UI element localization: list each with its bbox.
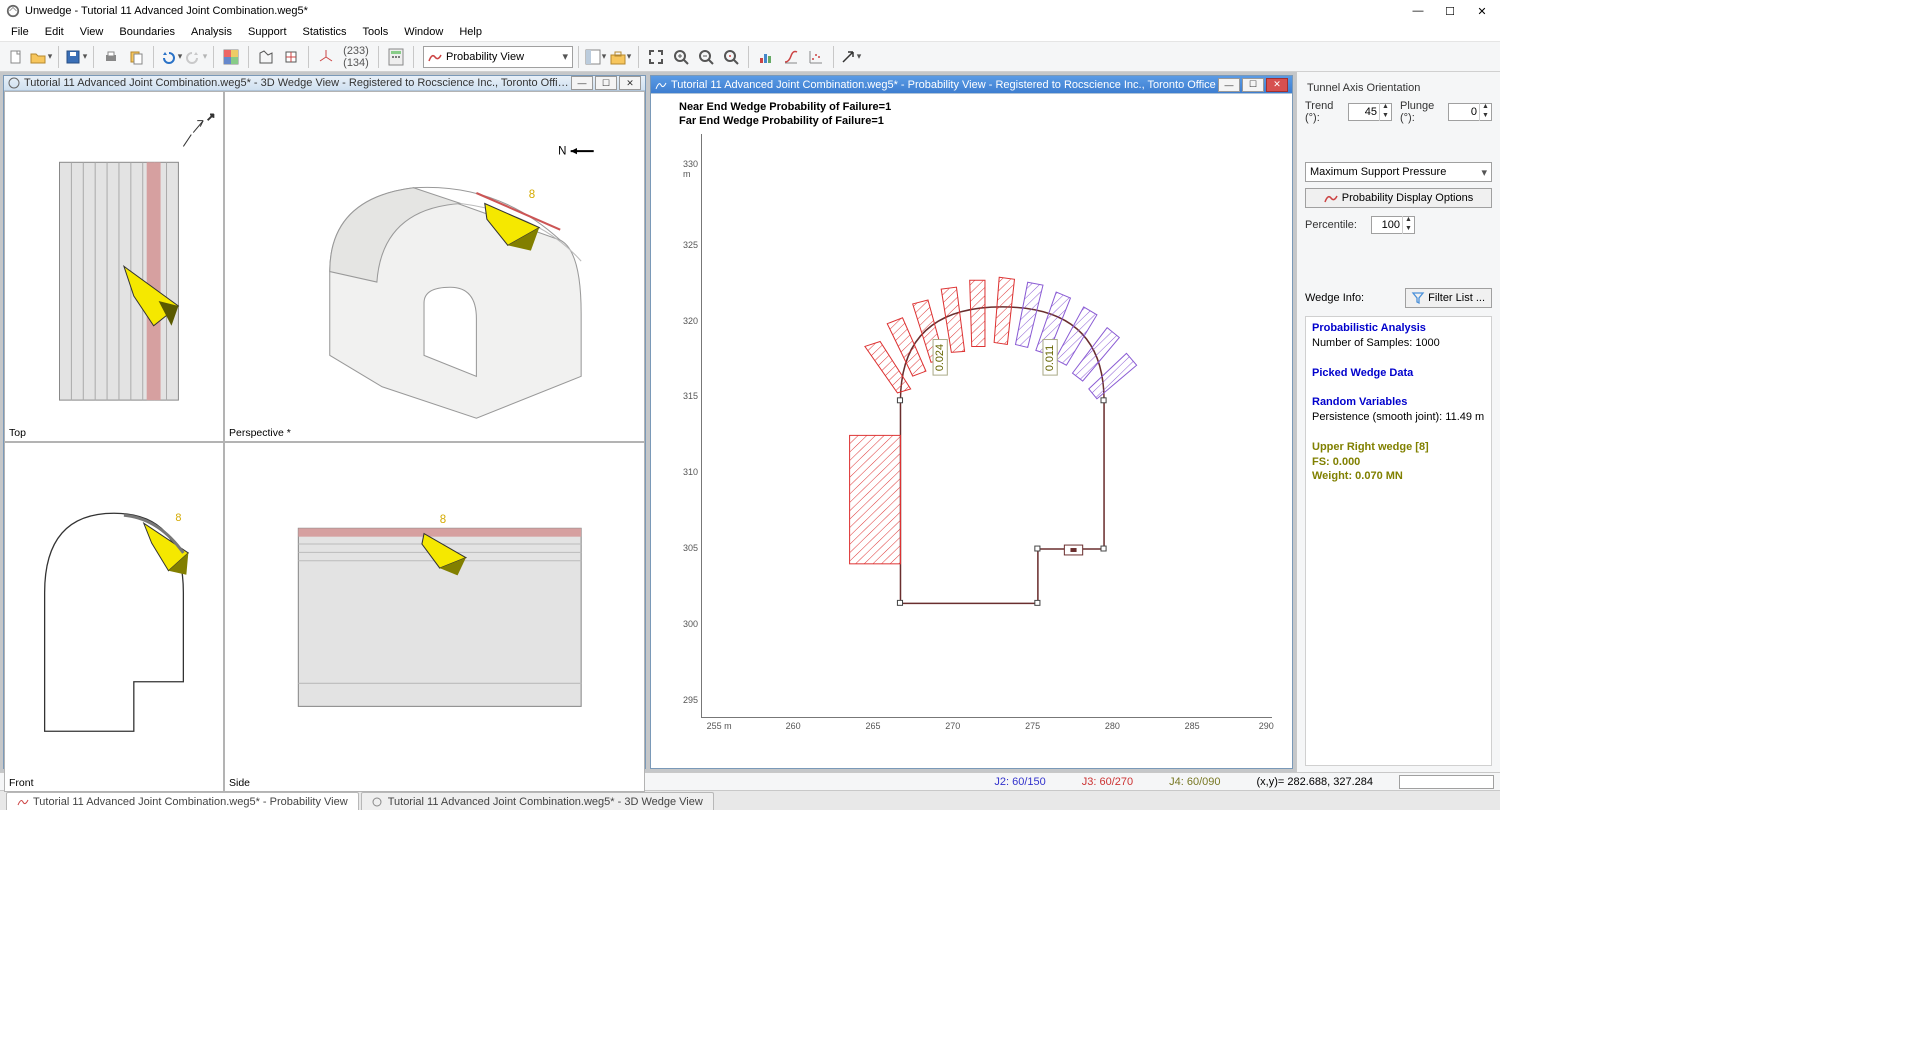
child-maximize-icon[interactable]: ☐ (1242, 78, 1264, 92)
viewport-label: Top (9, 427, 26, 439)
status-j3: J3: 60/270 (1082, 776, 1133, 788)
right-panel: Tunnel Axis Orientation Trend (°): ▲▼ Pl… (1296, 72, 1500, 772)
percentile-input[interactable] (1372, 219, 1402, 231)
viewport-perspective[interactable]: 8 N Perspective * (224, 91, 645, 442)
status-j2: J2: 60/150 (994, 776, 1045, 788)
viewport-label: Perspective * (229, 427, 291, 439)
menu-bar: File Edit View Boundaries Analysis Suppo… (0, 22, 1500, 42)
percentile-label: Percentile: (1305, 219, 1357, 231)
zoom-in-icon[interactable] (669, 45, 693, 69)
title-bar: Unwedge - Tutorial 11 Advanced Joint Com… (0, 0, 1500, 22)
section-icon[interactable] (279, 45, 303, 69)
doc-tab-3d-wedge[interactable]: Tutorial 11 Advanced Joint Combination.w… (361, 792, 714, 810)
open-folder-icon[interactable] (29, 45, 53, 69)
zoom-out-icon[interactable] (694, 45, 718, 69)
viewport-side[interactable]: 8 Side (224, 442, 645, 793)
scatter-icon[interactable] (804, 45, 828, 69)
trend-input[interactable] (1349, 106, 1379, 118)
menu-statistics[interactable]: Statistics (296, 24, 354, 40)
window-3d-wedge-view: Tutorial 11 Advanced Joint Combination.w… (3, 75, 646, 769)
svg-text:↗: ↗ (206, 112, 215, 124)
plunge-label: Plunge (°): (1400, 100, 1444, 124)
wedge-info-panel: Probabilistic Analysis Number of Samples… (1305, 316, 1492, 766)
viewport-grid: ↗ Top (4, 91, 645, 792)
viewport-label: Side (229, 777, 250, 789)
menu-tools[interactable]: Tools (356, 24, 396, 40)
menu-support[interactable]: Support (241, 24, 294, 40)
panel-heading: Tunnel Axis Orientation (1307, 82, 1492, 94)
grid-icon[interactable] (219, 45, 243, 69)
print-icon[interactable] (99, 45, 123, 69)
main-toolbar: (233)(134) Probability View▾ (0, 42, 1500, 72)
calculator-icon[interactable] (384, 45, 408, 69)
menu-view[interactable]: View (73, 24, 111, 40)
plunge-input[interactable] (1449, 106, 1479, 118)
redo-icon[interactable] (184, 45, 208, 69)
window-controls: — ☐ ✕ (1402, 0, 1498, 22)
child-minimize-icon[interactable]: — (1218, 78, 1240, 92)
child-close-icon[interactable]: ✕ (619, 76, 641, 90)
metric-select[interactable]: Maximum Support Pressure▾ (1305, 162, 1492, 182)
svg-text:0.024: 0.024 (934, 344, 946, 371)
status-command-input[interactable] (1399, 775, 1494, 789)
child-minimize-icon[interactable]: — (571, 76, 593, 90)
menu-help[interactable]: Help (452, 24, 489, 40)
doc-tab-probability[interactable]: Tutorial 11 Advanced Joint Combination.w… (6, 792, 359, 810)
cumulative-icon[interactable] (779, 45, 803, 69)
percentile-spinner[interactable]: ▲▼ (1371, 216, 1415, 234)
fit-icon[interactable] (644, 45, 668, 69)
arrow-icon[interactable] (839, 45, 863, 69)
undo-icon[interactable] (159, 45, 183, 69)
menu-edit[interactable]: Edit (38, 24, 71, 40)
viewport-front[interactable]: 8 Front (4, 442, 224, 793)
window-title: Unwedge - Tutorial 11 Advanced Joint Com… (25, 5, 308, 17)
viewport-label: Front (9, 777, 34, 789)
menu-boundaries[interactable]: Boundaries (112, 24, 182, 40)
mdi-area: Tutorial 11 Advanced Joint Combination.w… (0, 72, 1296, 772)
prob-display-options-button[interactable]: Probability Display Options (1305, 188, 1492, 208)
child-maximize-icon[interactable]: ☐ (595, 76, 617, 90)
svg-text:0.011: 0.011 (1044, 345, 1056, 371)
minimize-button[interactable]: — (1402, 0, 1434, 22)
window-probability-view: Tutorial 11 Advanced Joint Combination.w… (650, 75, 1293, 769)
zoom-extents-icon[interactable] (719, 45, 743, 69)
svg-text:8: 8 (440, 514, 446, 526)
svg-text:8: 8 (529, 189, 535, 201)
xyz-icon[interactable] (314, 45, 338, 69)
child-close-icon[interactable]: ✕ (1266, 78, 1288, 92)
trend-spinner[interactable]: ▲▼ (1348, 103, 1392, 121)
coord-display: (233)(134) (339, 45, 373, 69)
app-icon (6, 4, 20, 18)
wedge-info-label: Wedge Info: (1305, 292, 1364, 304)
status-xy: (x,y)= 282.688, 327.284 (1257, 776, 1374, 788)
menu-file[interactable]: File (4, 24, 36, 40)
workspace: Tutorial 11 Advanced Joint Combination.w… (0, 72, 1500, 772)
probability-canvas[interactable]: Near End Wedge Probability of Failure=1 … (651, 94, 1292, 768)
svg-text:N: N (558, 145, 566, 157)
window-title-bar[interactable]: Tutorial 11 Advanced Joint Combination.w… (651, 76, 1292, 94)
svg-text:8: 8 (175, 512, 181, 524)
window-title-bar[interactable]: Tutorial 11 Advanced Joint Combination.w… (4, 76, 645, 91)
filter-list-button[interactable]: Filter List ... (1405, 288, 1492, 308)
copy-icon[interactable] (124, 45, 148, 69)
save-icon[interactable] (64, 45, 88, 69)
viewport-top[interactable]: ↗ Top (4, 91, 224, 442)
toolbox-icon[interactable] (609, 45, 633, 69)
menu-analysis[interactable]: Analysis (184, 24, 239, 40)
close-button[interactable]: ✕ (1466, 0, 1498, 22)
status-j4: J4: 60/090 (1169, 776, 1220, 788)
plunge-spinner[interactable]: ▲▼ (1448, 103, 1492, 121)
maximize-button[interactable]: ☐ (1434, 0, 1466, 22)
layout-icon[interactable] (584, 45, 608, 69)
menu-window[interactable]: Window (397, 24, 450, 40)
document-tabs: Tutorial 11 Advanced Joint Combination.w… (0, 790, 1500, 810)
trend-label: Trend (°): (1305, 100, 1344, 124)
view-type-select[interactable]: Probability View▾ (423, 46, 573, 68)
histogram-icon[interactable] (754, 45, 778, 69)
profile-icon[interactable] (254, 45, 278, 69)
new-file-icon[interactable] (4, 45, 28, 69)
